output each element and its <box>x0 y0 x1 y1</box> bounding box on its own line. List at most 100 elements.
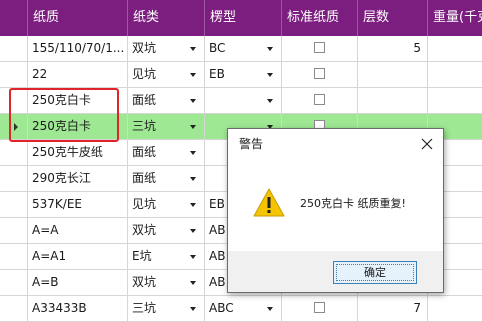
cell-kind-value: 面纸 <box>132 145 157 159</box>
dropdown-arrow-icon[interactable] <box>267 307 273 311</box>
table-row[interactable]: 22 见坑 EB <box>0 62 482 88</box>
cell-kind-value: 见坑 <box>132 67 157 81</box>
cell-kind-value: 面纸 <box>132 93 157 107</box>
standard-checkbox[interactable] <box>313 94 325 105</box>
standard-checkbox[interactable] <box>313 42 325 53</box>
cell-standard[interactable] <box>282 88 358 113</box>
cell-weight[interactable] <box>428 88 482 113</box>
dropdown-arrow-icon[interactable] <box>190 151 196 155</box>
cell-paper[interactable]: A=A1 <box>28 244 128 269</box>
dropdown-arrow-icon[interactable] <box>190 229 196 233</box>
cell-kind[interactable]: 面纸 <box>128 166 205 191</box>
cell-flute-value: AB <box>209 249 226 263</box>
dropdown-arrow-icon[interactable] <box>190 307 196 311</box>
cell-standard[interactable] <box>282 296 358 321</box>
cell-kind[interactable]: 双坑 <box>128 270 205 295</box>
cell-kind[interactable]: 三坑 <box>128 114 205 139</box>
cell-kind-value: 三坑 <box>132 119 157 133</box>
cell-kind[interactable]: 见坑 <box>128 62 205 87</box>
row-indicator[interactable] <box>0 62 28 87</box>
cell-weight[interactable] <box>428 36 482 61</box>
cell-standard[interactable] <box>282 62 358 87</box>
col-header-layers[interactable]: 层数 <box>358 0 428 36</box>
cell-kind-value: E坑 <box>132 249 152 263</box>
cell-kind[interactable]: 面纸 <box>128 140 205 165</box>
highlight-box <box>9 88 119 142</box>
cell-paper[interactable]: A=B <box>28 270 128 295</box>
cell-kind-value: 双坑 <box>132 41 157 55</box>
dialog-title: 警告 <box>239 137 264 151</box>
cell-kind-value: 见坑 <box>132 197 157 211</box>
cell-paper[interactable]: 22 <box>28 62 128 87</box>
cell-kind[interactable]: 双坑 <box>128 218 205 243</box>
dropdown-arrow-icon[interactable] <box>190 73 196 77</box>
cell-paper[interactable]: 537K/EE <box>28 192 128 217</box>
row-indicator[interactable] <box>0 270 28 295</box>
dropdown-arrow-icon[interactable] <box>190 255 196 259</box>
cell-kind[interactable]: E坑 <box>128 244 205 269</box>
standard-checkbox[interactable] <box>313 302 325 313</box>
table-row[interactable]: A33433B 三坑 ABC 7 <box>0 296 482 322</box>
col-header-flute[interactable]: 楞型 <box>205 0 282 36</box>
row-indicator[interactable] <box>0 218 28 243</box>
standard-checkbox[interactable] <box>313 68 325 79</box>
cell-weight[interactable] <box>428 296 482 321</box>
table-row[interactable]: 155/110/70/1... 双坑 BC 5 <box>0 36 482 62</box>
cell-flute-value: BC <box>209 41 226 55</box>
col-header-paper[interactable]: 纸质 <box>28 0 128 36</box>
cell-weight[interactable] <box>428 62 482 87</box>
row-indicator[interactable] <box>0 296 28 321</box>
cell-kind-value: 面纸 <box>132 171 157 185</box>
cell-layers[interactable] <box>358 88 428 113</box>
cell-flute[interactable]: BC <box>205 36 282 61</box>
warning-icon <box>252 187 286 219</box>
dropdown-arrow-icon[interactable] <box>190 125 196 129</box>
cell-paper[interactable]: A33433B <box>28 296 128 321</box>
cell-layers[interactable] <box>358 62 428 87</box>
dropdown-arrow-icon[interactable] <box>190 281 196 285</box>
warning-dialog: 警告 250克白卡 纸质重复! 确定 <box>227 128 444 293</box>
cell-paper[interactable]: A=A <box>28 218 128 243</box>
cell-flute-value: AB <box>209 223 226 237</box>
cell-kind[interactable]: 双坑 <box>128 36 205 61</box>
dropdown-arrow-icon[interactable] <box>267 47 273 51</box>
dropdown-arrow-icon[interactable] <box>190 99 196 103</box>
cell-kind[interactable]: 面纸 <box>128 88 205 113</box>
dropdown-arrow-icon[interactable] <box>267 99 273 103</box>
cell-kind-value: 双坑 <box>132 275 157 289</box>
cell-paper[interactable]: 155/110/70/1... <box>28 36 128 61</box>
cell-layers[interactable]: 7 <box>358 296 428 321</box>
dropdown-arrow-icon[interactable] <box>190 47 196 51</box>
cell-paper[interactable]: 250克牛皮纸 <box>28 140 128 165</box>
dropdown-arrow-icon[interactable] <box>190 203 196 207</box>
row-indicator[interactable] <box>0 192 28 217</box>
dropdown-arrow-icon[interactable] <box>190 177 196 181</box>
dropdown-arrow-icon[interactable] <box>267 73 273 77</box>
cell-flute[interactable]: ABC <box>205 296 282 321</box>
cell-flute-value: EB <box>209 197 225 211</box>
cell-flute[interactable] <box>205 88 282 113</box>
cell-flute-value: AB <box>209 275 226 289</box>
cell-kind[interactable]: 三坑 <box>128 296 205 321</box>
col-header-kind[interactable]: 纸类 <box>128 0 205 36</box>
dialog-footer: 确定 <box>228 251 443 292</box>
ok-button[interactable]: 确定 <box>333 261 417 284</box>
row-indicator[interactable] <box>0 166 28 191</box>
cell-layers[interactable]: 5 <box>358 36 428 61</box>
cell-kind[interactable]: 见坑 <box>128 192 205 217</box>
dialog-body: 250克白卡 纸质重复! <box>228 159 443 251</box>
cell-flute-value: EB <box>209 67 225 81</box>
close-icon[interactable] <box>417 134 437 154</box>
cell-standard[interactable] <box>282 36 358 61</box>
row-indicator[interactable] <box>0 140 28 165</box>
row-indicator[interactable] <box>0 36 28 61</box>
grid-header: 纸质 纸类 楞型 标准纸质 层数 重量(千克 <box>0 0 482 36</box>
col-header-weight[interactable]: 重量(千克 <box>428 0 482 36</box>
cell-paper[interactable]: 290克长江 <box>28 166 128 191</box>
dialog-message: 250克白卡 纸质重复! <box>300 197 406 210</box>
col-header-standard[interactable]: 标准纸质 <box>282 0 358 36</box>
row-indicator-header <box>0 0 28 36</box>
cell-flute-value: ABC <box>209 301 234 315</box>
row-indicator[interactable] <box>0 244 28 269</box>
cell-flute[interactable]: EB <box>205 62 282 87</box>
